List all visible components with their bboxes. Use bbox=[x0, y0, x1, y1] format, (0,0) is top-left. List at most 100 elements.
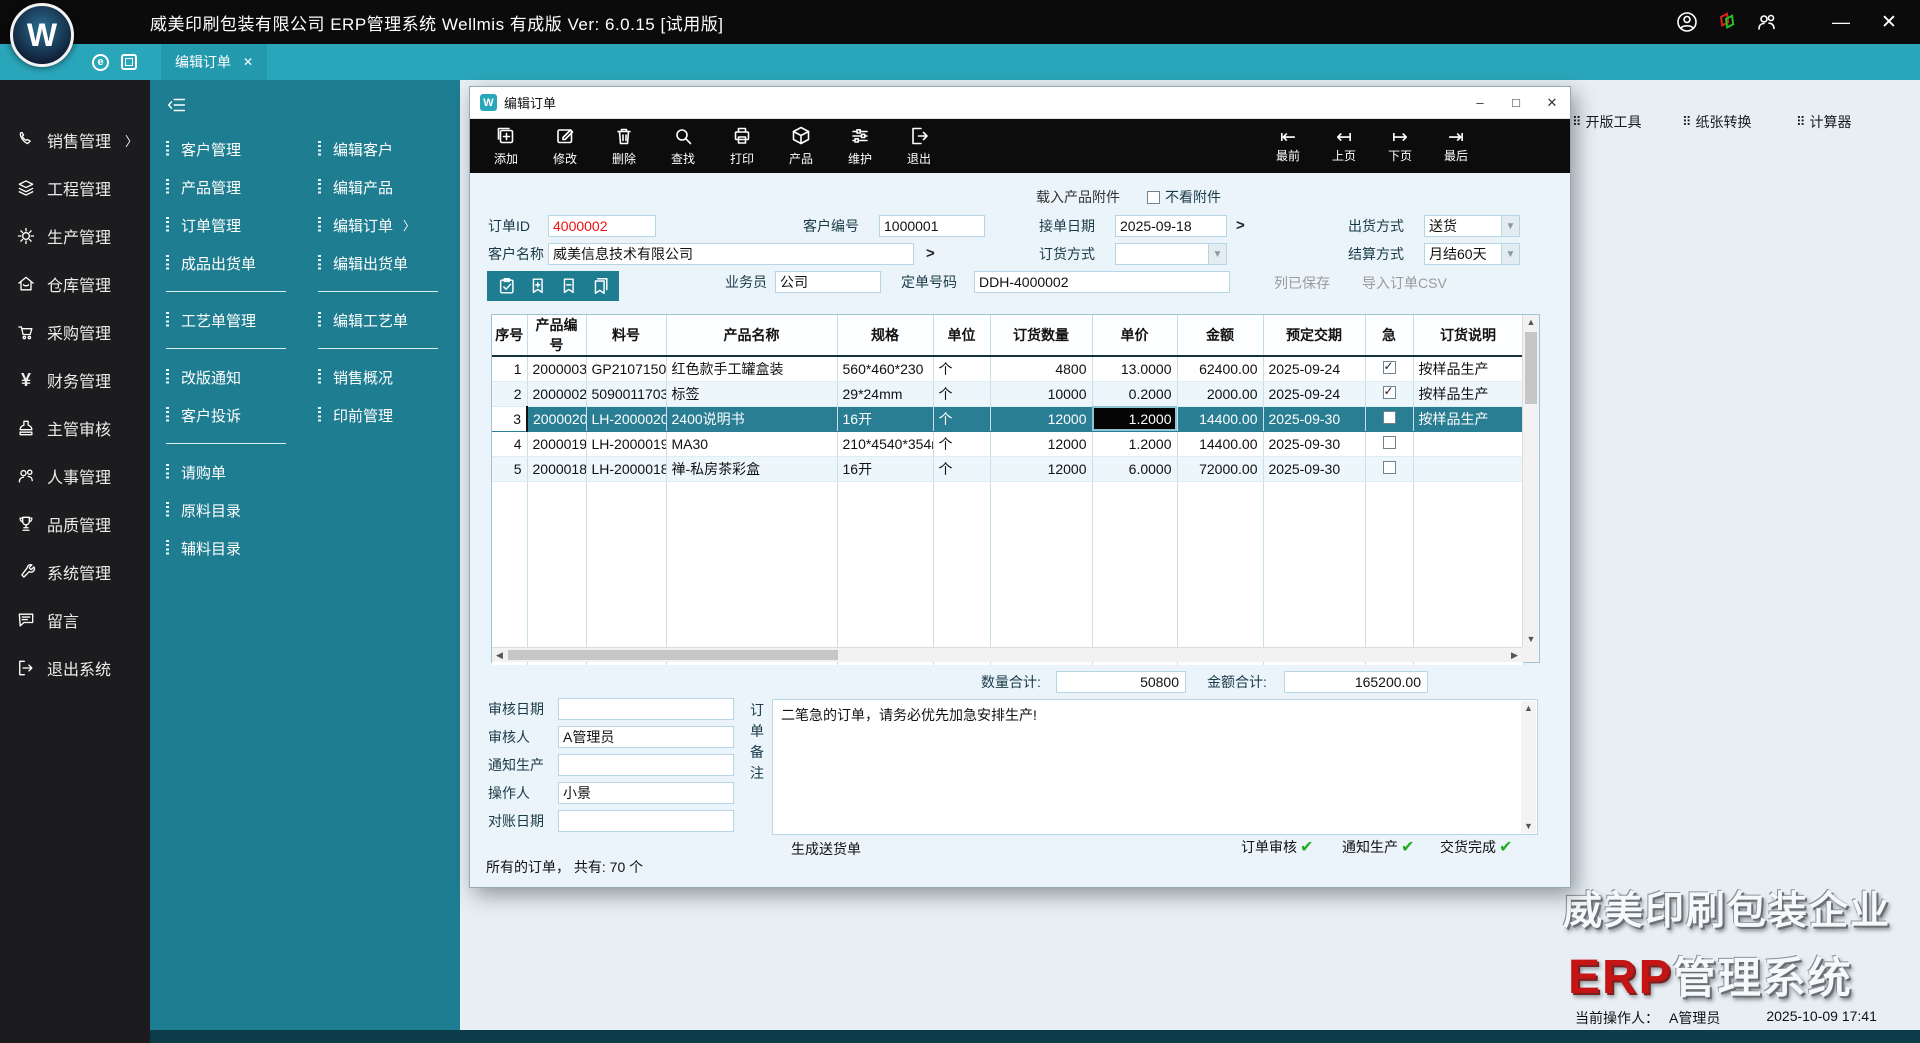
urgent-checkbox[interactable] bbox=[1383, 361, 1396, 374]
sidebar-item-warehouse[interactable]: 仓库管理 bbox=[0, 260, 150, 308]
find-button[interactable]: 查找 bbox=[659, 125, 707, 167]
modules-icon[interactable] bbox=[1716, 11, 1738, 33]
tool-paper-convert[interactable]: ⠿纸张转换 bbox=[1682, 112, 1752, 132]
customer-name-field[interactable] bbox=[548, 243, 914, 265]
submenu-item[interactable]: 销售概况 bbox=[318, 358, 453, 396]
print-button[interactable]: 打印 bbox=[718, 125, 766, 167]
horizontal-scrollbar[interactable]: ◀ ▶ bbox=[492, 647, 1522, 662]
close-button[interactable]: ✕ bbox=[1874, 11, 1904, 34]
load-attachment-link[interactable]: 载入产品附件 bbox=[1036, 187, 1120, 207]
order-remark-textarea[interactable]: 二笔急的订单，请务必优先加急安排生产! bbox=[773, 700, 1537, 834]
table-row[interactable]: 1 2000003 GP210715008 红色款手工罐盒装 560*460*2… bbox=[492, 356, 1523, 381]
customer-no-field[interactable] bbox=[879, 215, 985, 237]
table-row[interactable]: 4 2000019 LH-2000019 MA30 210*4540*354r … bbox=[492, 431, 1523, 456]
sidebar-item-engineering[interactable]: 工程管理 bbox=[0, 164, 150, 212]
submenu-item[interactable]: 成品出货单 bbox=[166, 244, 311, 282]
scroll-down-icon[interactable]: ▼ bbox=[1523, 632, 1539, 647]
dialog-close-button[interactable]: ✕ bbox=[1534, 90, 1570, 116]
skip-attachment-checkbox[interactable]: 不看附件 bbox=[1147, 187, 1221, 207]
urgent-checkbox[interactable] bbox=[1383, 461, 1396, 474]
table-row-selected[interactable]: 3 2000020 LH-2000020 2400说明书 16开 个 12000… bbox=[492, 406, 1523, 431]
sidebar-item-production[interactable]: 生产管理 bbox=[0, 212, 150, 260]
notify-production-field[interactable] bbox=[558, 754, 734, 776]
tool-plate-maker[interactable]: ⠿开版工具 bbox=[1572, 112, 1642, 132]
submenu-item[interactable]: 编辑客户 bbox=[318, 130, 453, 168]
maintain-button[interactable]: 维护 bbox=[836, 125, 884, 167]
scrollbar-thumb[interactable] bbox=[1525, 332, 1537, 404]
salesman-field[interactable] bbox=[775, 271, 881, 293]
window-icon[interactable] bbox=[121, 54, 137, 70]
sidebar-item-messages[interactable]: 留言 bbox=[0, 596, 150, 644]
settle-method-select[interactable]: 月结60天▼ bbox=[1424, 243, 1520, 265]
checkbox-icon[interactable] bbox=[1147, 191, 1160, 204]
review-date-field[interactable] bbox=[558, 698, 734, 720]
unit-price-edit-cell[interactable]: 1.2000 bbox=[1092, 406, 1177, 431]
collapse-menu-icon[interactable] bbox=[166, 94, 188, 116]
sidebar-item-purchasing[interactable]: 采购管理 bbox=[0, 308, 150, 356]
urgent-checkbox[interactable] bbox=[1383, 411, 1396, 424]
urgent-checkbox[interactable] bbox=[1383, 386, 1396, 399]
edit-button[interactable]: 修改 bbox=[541, 125, 589, 167]
submenu-item-current[interactable]: 编辑订单〉 bbox=[318, 206, 453, 244]
submenu-item[interactable]: 编辑工艺单 bbox=[318, 301, 453, 339]
table-row[interactable]: 2 2000002 5090011703D 标签 29*24mm 个 10000… bbox=[492, 381, 1523, 406]
urgent-checkbox[interactable] bbox=[1383, 436, 1396, 449]
reviewer-field[interactable] bbox=[558, 726, 734, 748]
submenu-item[interactable]: 请购单 bbox=[166, 453, 311, 491]
dialog-titlebar[interactable]: W 编辑订单 – □ ✕ bbox=[470, 87, 1570, 119]
order-reviewed-status[interactable]: 订单审核✔ bbox=[1241, 837, 1313, 857]
customer-picker-arrow[interactable]: > bbox=[926, 243, 935, 265]
scrollbar-thumb[interactable] bbox=[508, 650, 838, 660]
dialog-maximize-button[interactable]: □ bbox=[1498, 90, 1534, 116]
order-method-select[interactable]: ▼ bbox=[1115, 243, 1227, 265]
submenu-item[interactable]: 编辑出货单 bbox=[318, 244, 453, 282]
order-no-field[interactable] bbox=[974, 271, 1230, 293]
prev-page-button[interactable]: ↤上页 bbox=[1322, 129, 1366, 164]
submenu-item[interactable]: 订单管理 bbox=[166, 206, 311, 244]
order-date-field[interactable] bbox=[1115, 215, 1227, 237]
sidebar-item-supervisor-review[interactable]: 主管审核 bbox=[0, 404, 150, 452]
submenu-item[interactable]: 编辑产品 bbox=[318, 168, 453, 206]
browser-icon[interactable]: e bbox=[92, 54, 109, 71]
add-button[interactable]: 添加 bbox=[482, 125, 530, 167]
last-record-button[interactable]: ⇥最后 bbox=[1434, 129, 1478, 164]
tab-close-icon[interactable]: ✕ bbox=[243, 55, 253, 69]
users-icon[interactable] bbox=[1756, 11, 1778, 33]
submenu-item[interactable]: 原料目录 bbox=[166, 491, 311, 529]
minimize-button[interactable]: — bbox=[1826, 12, 1856, 33]
reconcile-date-field[interactable] bbox=[558, 810, 734, 832]
vertical-scrollbar[interactable]: ▲ ▼ bbox=[1522, 315, 1539, 647]
submenu-item[interactable]: 产品管理 bbox=[166, 168, 311, 206]
dropdown-arrow-icon[interactable]: ▼ bbox=[1208, 244, 1226, 264]
sidebar-item-system[interactable]: 系统管理 bbox=[0, 548, 150, 596]
operator-field[interactable] bbox=[558, 782, 734, 804]
product-button[interactable]: 产品 bbox=[777, 125, 825, 167]
scroll-up-icon[interactable]: ▲ bbox=[1523, 315, 1539, 330]
submenu-item[interactable]: 工艺单管理 bbox=[166, 301, 311, 339]
submenu-item[interactable]: 改版通知 bbox=[166, 358, 311, 396]
scroll-right-icon[interactable]: ▶ bbox=[1507, 648, 1522, 662]
exit-button[interactable]: 退出 bbox=[895, 125, 943, 167]
first-record-button[interactable]: ⇤最前 bbox=[1266, 129, 1310, 164]
dialog-minimize-button[interactable]: – bbox=[1462, 90, 1498, 116]
submenu-item[interactable]: 客户投诉 bbox=[166, 396, 311, 434]
dropdown-arrow-icon[interactable]: ▼ bbox=[1501, 216, 1519, 236]
submenu-item[interactable]: 印前管理 bbox=[318, 396, 453, 434]
delete-button[interactable]: 删除 bbox=[600, 125, 648, 167]
sidebar-item-finance[interactable]: ¥ 财务管理 bbox=[0, 356, 150, 404]
remark-scrollbar[interactable]: ▲▼ bbox=[1521, 701, 1536, 833]
tool-calculator[interactable]: ⠿计算器 bbox=[1796, 112, 1852, 132]
sidebar-item-logout[interactable]: 退出系统 bbox=[0, 644, 150, 692]
next-page-button[interactable]: ↦下页 bbox=[1378, 129, 1422, 164]
tab-edit-order[interactable]: 编辑订单 ✕ bbox=[161, 44, 267, 80]
import-csv-link[interactable]: 导入订单CSV bbox=[1362, 273, 1447, 293]
sidebar-item-sales[interactable]: 销售管理 〉 bbox=[0, 116, 150, 164]
columns-saved-link[interactable]: 列已保存 bbox=[1274, 273, 1330, 293]
make-delivery-note-link[interactable]: 生成送货单 bbox=[791, 839, 861, 859]
table-row[interactable]: 5 2000018 LH-2000018 禅-私房茶彩盒 16开 个 12000… bbox=[492, 456, 1523, 481]
account-icon[interactable] bbox=[1676, 11, 1698, 33]
production-notified-status[interactable]: 通知生产✔ bbox=[1342, 837, 1414, 857]
sidebar-item-hr[interactable]: 人事管理 bbox=[0, 452, 150, 500]
submenu-item[interactable]: 辅料目录 bbox=[166, 529, 311, 567]
order-id-field[interactable] bbox=[548, 215, 656, 237]
